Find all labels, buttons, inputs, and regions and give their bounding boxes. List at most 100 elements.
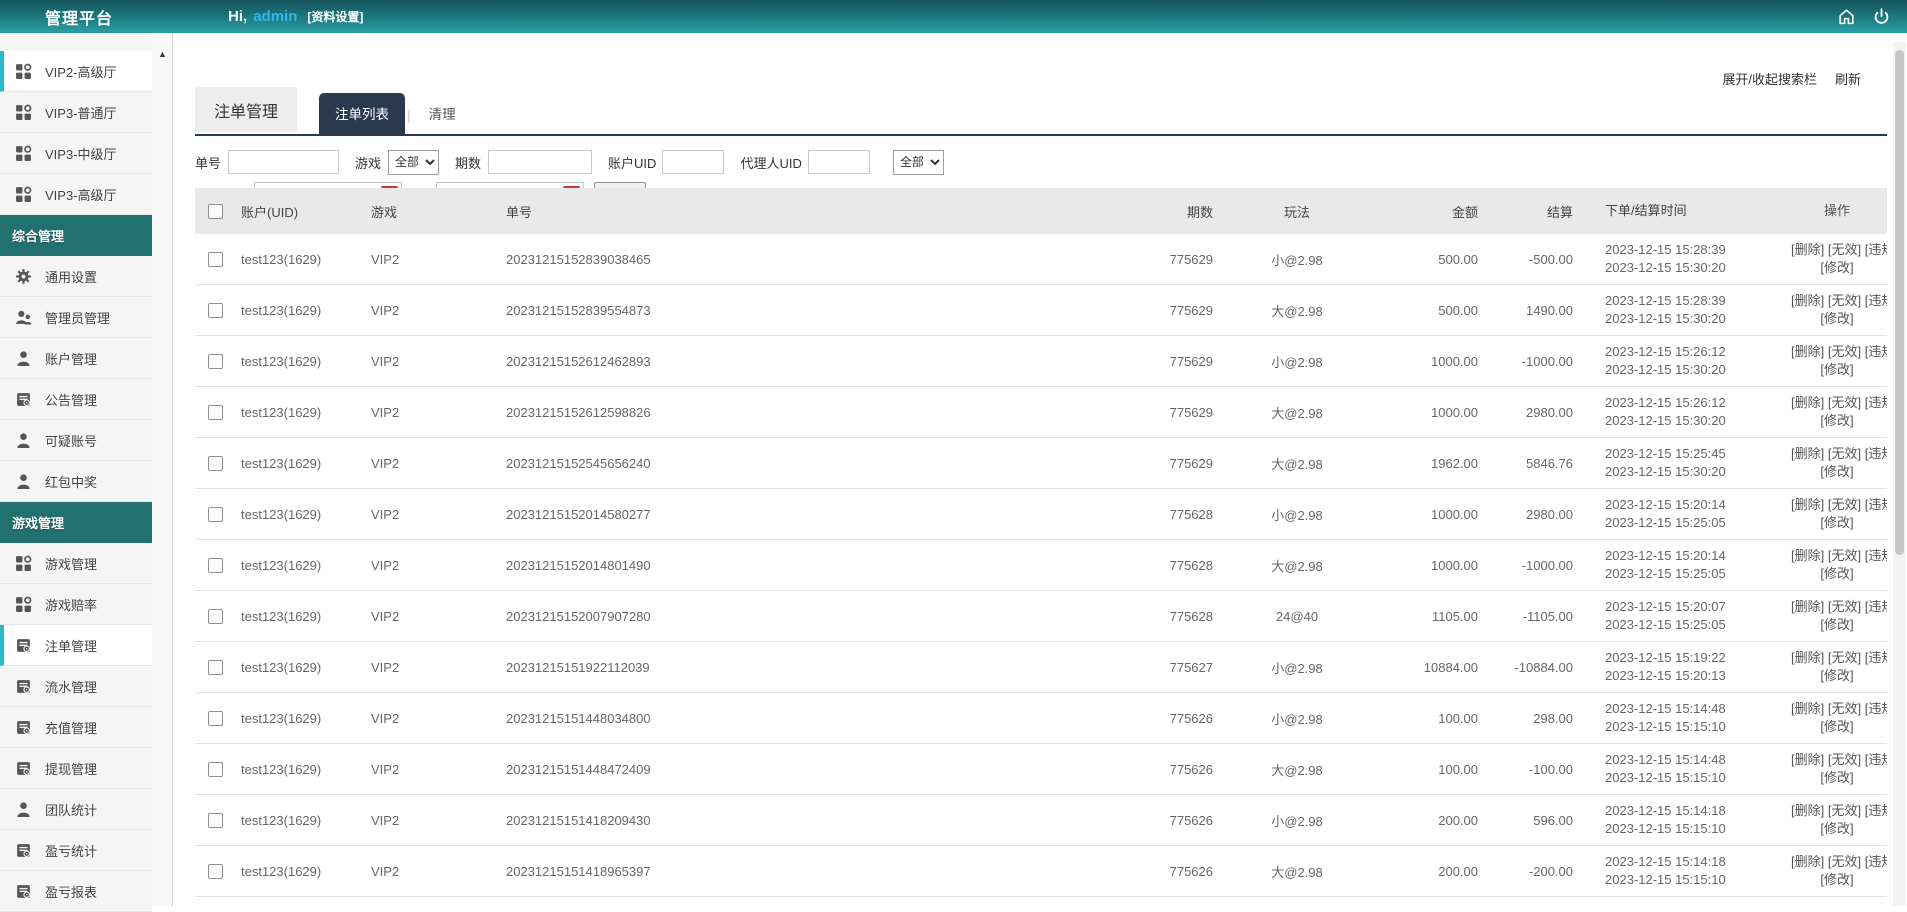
row-checkbox[interactable] bbox=[208, 456, 223, 471]
action-invalid[interactable]: [无效] bbox=[1828, 701, 1861, 716]
row-checkbox[interactable] bbox=[208, 354, 223, 369]
action-invalid[interactable]: [无效] bbox=[1828, 752, 1861, 767]
action-violation[interactable]: [违规] bbox=[1865, 548, 1887, 563]
sidebar-item-16[interactable]: 充值管理 bbox=[0, 707, 152, 748]
action-delete[interactable]: [删除] bbox=[1791, 752, 1824, 767]
sidebar-item-1[interactable]: VIP3-普通厅 bbox=[0, 92, 152, 133]
action-invalid[interactable]: [无效] bbox=[1828, 599, 1861, 614]
tab-cleanup[interactable]: 清理 bbox=[413, 93, 472, 134]
action-violation[interactable]: [违规] bbox=[1865, 497, 1887, 512]
row-checkbox[interactable] bbox=[208, 405, 223, 420]
action-delete[interactable]: [删除] bbox=[1791, 293, 1824, 308]
action-delete[interactable]: [删除] bbox=[1791, 446, 1824, 461]
action-modify[interactable]: [修改] bbox=[1820, 617, 1853, 632]
action-violation[interactable]: [违规] bbox=[1865, 803, 1887, 818]
action-modify[interactable]: [修改] bbox=[1820, 770, 1853, 785]
cell-operations: [删除] [无效] [违规] [修改] bbox=[1787, 343, 1887, 379]
period-input[interactable] bbox=[488, 150, 592, 174]
row-checkbox[interactable] bbox=[208, 507, 223, 522]
action-invalid[interactable]: [无效] bbox=[1828, 344, 1861, 359]
action-modify[interactable]: [修改] bbox=[1820, 311, 1853, 326]
sidebar-item-12[interactable]: 游戏管理 bbox=[0, 543, 152, 584]
sidebar-item-5[interactable]: 通用设置 bbox=[0, 256, 152, 297]
action-delete[interactable]: [删除] bbox=[1791, 497, 1824, 512]
select-all-checkbox[interactable] bbox=[208, 204, 223, 219]
action-modify[interactable]: [修改] bbox=[1820, 464, 1853, 479]
action-invalid[interactable]: [无效] bbox=[1828, 446, 1861, 461]
row-checkbox[interactable] bbox=[208, 660, 223, 675]
sidebar-item-0[interactable]: VIP2-高级厅 bbox=[0, 51, 152, 92]
action-modify[interactable]: [修改] bbox=[1820, 362, 1853, 377]
action-violation[interactable]: [违规] bbox=[1865, 650, 1887, 665]
row-checkbox[interactable] bbox=[208, 864, 223, 879]
action-violation[interactable]: [违规] bbox=[1865, 242, 1887, 257]
action-invalid[interactable]: [无效] bbox=[1828, 854, 1861, 869]
tab-order-list[interactable]: 注单列表 bbox=[319, 93, 405, 134]
action-violation[interactable]: [违规] bbox=[1865, 701, 1887, 716]
sidebar-item-6[interactable]: 管理员管理 bbox=[0, 297, 152, 338]
row-checkbox[interactable] bbox=[208, 558, 223, 573]
row-checkbox[interactable] bbox=[208, 762, 223, 777]
row-checkbox[interactable] bbox=[208, 711, 223, 726]
action-modify[interactable]: [修改] bbox=[1820, 668, 1853, 683]
sidebar-item-15[interactable]: 流水管理 bbox=[0, 666, 152, 707]
action-violation[interactable]: [违规] bbox=[1865, 344, 1887, 359]
sidebar-item-9[interactable]: 可疑账号 bbox=[0, 420, 152, 461]
game-select[interactable]: 全部 bbox=[388, 150, 439, 175]
sidebar-item-18[interactable]: 团队统计 bbox=[0, 789, 152, 830]
sidebar-item-2[interactable]: VIP3-中级厅 bbox=[0, 133, 152, 174]
action-delete[interactable]: [删除] bbox=[1791, 599, 1824, 614]
action-modify[interactable]: [修改] bbox=[1820, 413, 1853, 428]
action-violation[interactable]: [违规] bbox=[1865, 293, 1887, 308]
action-delete[interactable]: [删除] bbox=[1791, 242, 1824, 257]
sidebar-item-13[interactable]: 游戏赔率 bbox=[0, 584, 152, 625]
action-modify[interactable]: [修改] bbox=[1820, 821, 1853, 836]
action-invalid[interactable]: [无效] bbox=[1828, 293, 1861, 308]
action-modify[interactable]: [修改] bbox=[1820, 515, 1853, 530]
sidebar-item-17[interactable]: 提现管理 bbox=[0, 748, 152, 789]
action-delete[interactable]: [删除] bbox=[1791, 854, 1824, 869]
action-invalid[interactable]: [无效] bbox=[1828, 242, 1861, 257]
action-delete[interactable]: [删除] bbox=[1791, 548, 1824, 563]
action-invalid[interactable]: [无效] bbox=[1828, 548, 1861, 563]
row-checkbox[interactable] bbox=[208, 813, 223, 828]
row-checkbox[interactable] bbox=[208, 252, 223, 267]
action-violation[interactable]: [违规] bbox=[1865, 446, 1887, 461]
action-delete[interactable]: [删除] bbox=[1791, 344, 1824, 359]
action-modify[interactable]: [修改] bbox=[1820, 872, 1853, 887]
sidebar-item-14[interactable]: 注单管理 bbox=[0, 625, 152, 666]
sidebar-item-3[interactable]: VIP3-高级厅 bbox=[0, 174, 152, 215]
action-delete[interactable]: [删除] bbox=[1791, 650, 1824, 665]
profile-settings-link[interactable]: [资料设置] bbox=[307, 8, 363, 25]
agent-uid-input[interactable] bbox=[808, 150, 870, 174]
sidebar-scroll-up-icon[interactable]: ▲ bbox=[152, 49, 173, 59]
account-uid-input[interactable] bbox=[662, 150, 724, 174]
action-invalid[interactable]: [无效] bbox=[1828, 497, 1861, 512]
sidebar-item-8[interactable]: 公告管理 bbox=[0, 379, 152, 420]
status-select[interactable]: 全部 bbox=[893, 150, 944, 175]
logout-power-icon[interactable] bbox=[1872, 7, 1891, 26]
row-checkbox[interactable] bbox=[208, 609, 223, 624]
action-modify[interactable]: [修改] bbox=[1820, 566, 1853, 581]
page-scrollbar-thumb[interactable] bbox=[1895, 50, 1904, 555]
action-violation[interactable]: [违规] bbox=[1865, 752, 1887, 767]
order-no-input[interactable] bbox=[228, 150, 339, 174]
sidebar-item-7[interactable]: 账户管理 bbox=[0, 338, 152, 379]
action-delete[interactable]: [删除] bbox=[1791, 701, 1824, 716]
action-delete[interactable]: [删除] bbox=[1791, 803, 1824, 818]
sidebar-item-10[interactable]: 红包中奖 bbox=[0, 461, 152, 502]
action-delete[interactable]: [删除] bbox=[1791, 395, 1824, 410]
action-violation[interactable]: [违规] bbox=[1865, 395, 1887, 410]
sidebar-item-19[interactable]: 盈亏统计 bbox=[0, 830, 152, 871]
row-checkbox[interactable] bbox=[208, 303, 223, 318]
action-invalid[interactable]: [无效] bbox=[1828, 650, 1861, 665]
action-modify[interactable]: [修改] bbox=[1820, 719, 1853, 734]
action-invalid[interactable]: [无效] bbox=[1828, 803, 1861, 818]
sidebar-scrollbar[interactable]: ▲ bbox=[152, 33, 173, 906]
action-violation[interactable]: [违规] bbox=[1865, 599, 1887, 614]
page-scrollbar[interactable] bbox=[1893, 42, 1906, 906]
action-invalid[interactable]: [无效] bbox=[1828, 395, 1861, 410]
action-violation[interactable]: [违规] bbox=[1865, 854, 1887, 869]
action-modify[interactable]: [修改] bbox=[1820, 260, 1853, 275]
home-icon[interactable] bbox=[1837, 7, 1856, 26]
